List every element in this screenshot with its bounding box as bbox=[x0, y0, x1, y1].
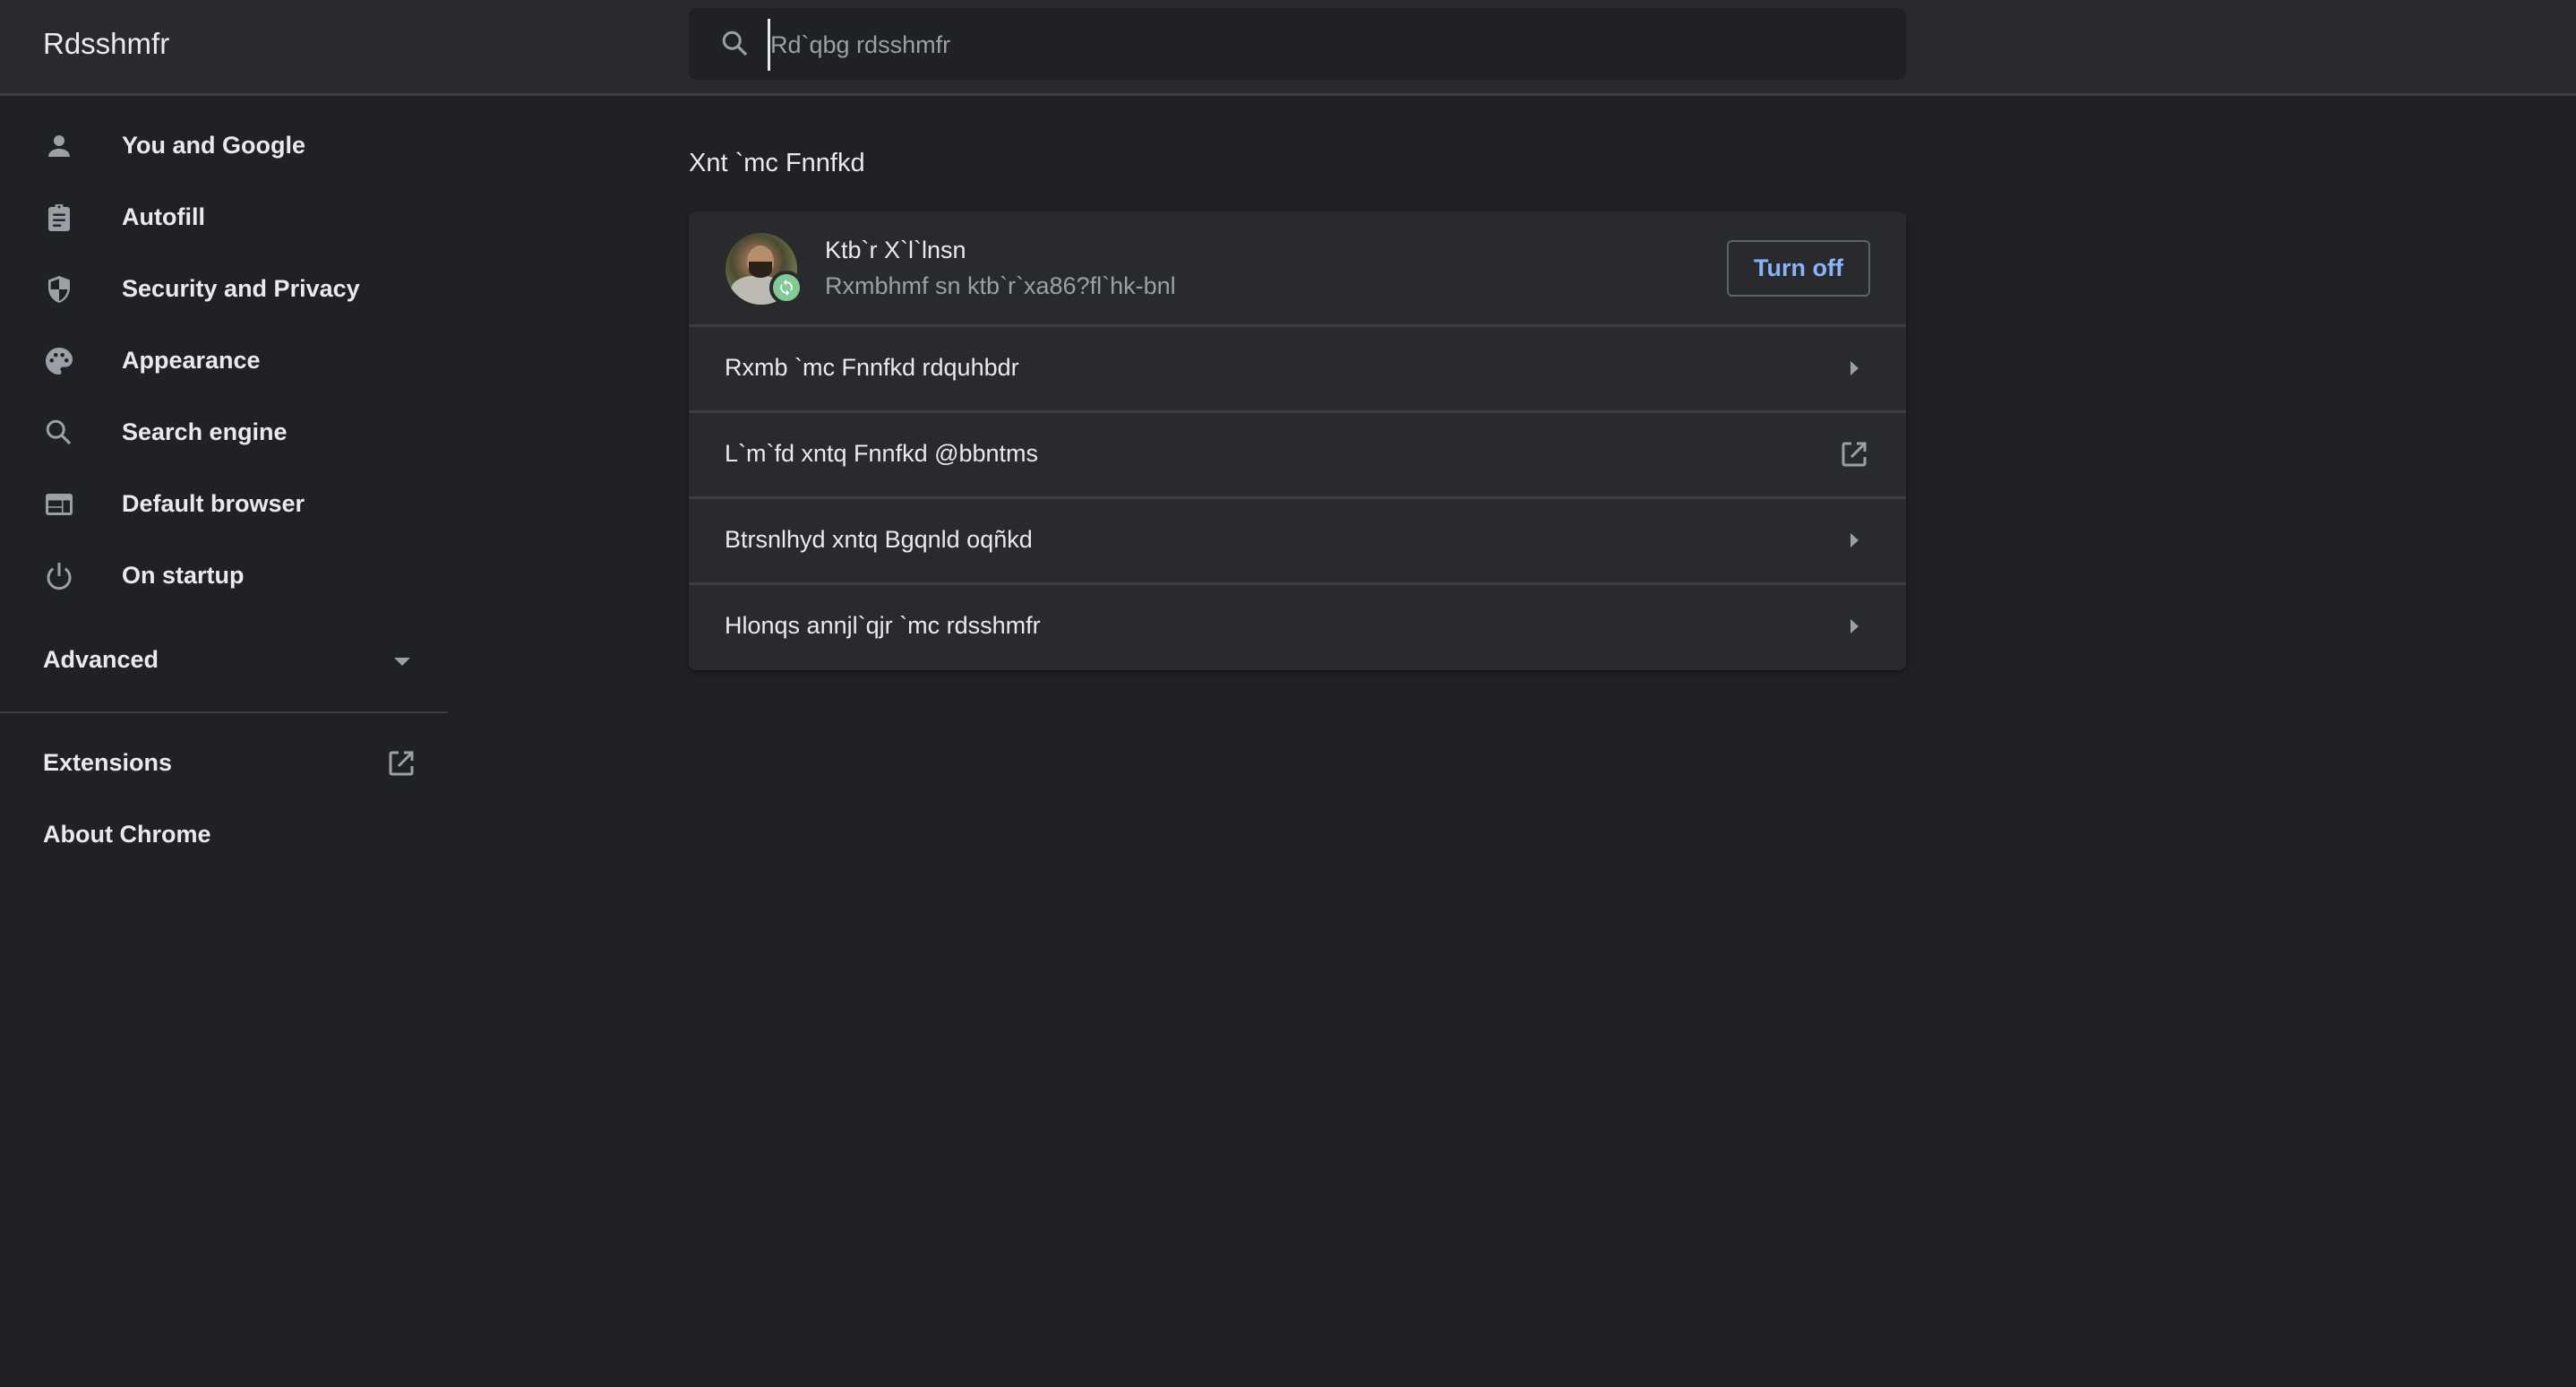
turn-off-sync-button[interactable]: Turn off bbox=[1727, 240, 1870, 297]
sidebar-item-on-startup[interactable]: On startup bbox=[0, 540, 448, 612]
row-label: Btrsnlhyd xntq Bgqnld oqñkd bbox=[725, 526, 1033, 553]
about-chrome-label: About Chrome bbox=[43, 821, 211, 848]
search-icon bbox=[46, 419, 72, 445]
search-box[interactable] bbox=[689, 8, 1906, 80]
sync-badge bbox=[769, 271, 803, 305]
clipboard-icon bbox=[48, 204, 70, 231]
row-manage-account[interactable]: L`m`fd xntq Fnnfkd @bbntms bbox=[689, 410, 1906, 496]
sidebar-item-label: Security and Privacy bbox=[122, 275, 360, 302]
sidebar-item-search-engine[interactable]: Search engine bbox=[0, 397, 448, 469]
row-label: Rxmb `mc Fnnfkd rdquhbdr bbox=[725, 354, 1019, 381]
arrow-right-icon bbox=[1850, 619, 1859, 633]
profile-name: Ktb`r X`l`lnsn bbox=[825, 237, 966, 263]
shield-icon bbox=[48, 276, 70, 303]
sidebar-item-security-and-privacy[interactable]: Security and Privacy bbox=[0, 254, 448, 325]
row-label: L`m`fd xntq Fnnfkd @bbntms bbox=[725, 440, 1039, 467]
search-input[interactable] bbox=[768, 19, 1847, 71]
sidebar-item-label: Default browser bbox=[122, 490, 305, 517]
external-link-icon bbox=[1842, 442, 1867, 467]
sidebar-item-label: Autofill bbox=[122, 203, 205, 230]
sidebar-item-label: Appearance bbox=[122, 347, 261, 374]
chevron-down-icon bbox=[394, 658, 410, 666]
power-icon bbox=[47, 563, 72, 590]
sidebar-item-about-chrome[interactable]: About Chrome bbox=[0, 799, 448, 871]
sidebar-item-label: Search engine bbox=[122, 418, 288, 445]
arrow-right-icon bbox=[1850, 533, 1859, 547]
top-bar: Rdsshmfr bbox=[0, 0, 2576, 96]
row-sync-services[interactable]: Rxmb `mc Fnnfkd rdquhbdr bbox=[689, 324, 1906, 410]
sync-icon bbox=[780, 279, 793, 297]
section-title: Xnt `mc Fnnfkd bbox=[689, 149, 865, 177]
app-title: Rdsshmfr bbox=[43, 27, 170, 60]
advanced-label: Advanced bbox=[43, 646, 159, 673]
extensions-label: Extensions bbox=[43, 749, 173, 776]
search-icon bbox=[722, 30, 748, 56]
row-label: Hlonqs annjl`qjr `mc rdsshmfr bbox=[725, 612, 1041, 639]
sidebar-item-you-and-google[interactable]: You and Google bbox=[0, 110, 448, 182]
person-icon bbox=[48, 135, 70, 157]
avatar-beard bbox=[749, 262, 772, 278]
row-customize-profile[interactable]: Btrsnlhyd xntq Bgqnld oqñkd bbox=[689, 496, 1906, 582]
sync-status: Rxmbhmf sn ktb`r`xa86?fl`hk-bnl bbox=[825, 272, 1176, 299]
browser-window-icon bbox=[46, 494, 73, 515]
profile-row: Ktb`r X`l`lnsn Rxmbhmf sn ktb`r`xa86?fl`… bbox=[689, 211, 1906, 326]
advanced-toggle[interactable]: Advanced bbox=[0, 625, 448, 696]
sidebar-divider bbox=[0, 711, 448, 713]
sidebar-item-label: On startup bbox=[122, 562, 245, 589]
settings-card: Ktb`r X`l`lnsn Rxmbhmf sn ktb`r`xa86?fl`… bbox=[689, 211, 1906, 670]
external-link-icon bbox=[389, 751, 414, 776]
sidebar-item-autofill[interactable]: Autofill bbox=[0, 182, 448, 254]
palette-icon bbox=[46, 348, 73, 375]
sidebar-item-extensions[interactable]: Extensions bbox=[0, 728, 448, 799]
sidebar-item-default-browser[interactable]: Default browser bbox=[0, 469, 448, 540]
sidebar-item-appearance[interactable]: Appearance bbox=[0, 325, 448, 397]
row-import-bookmarks[interactable]: Hlonqs annjl`qjr `mc rdsshmfr bbox=[689, 582, 1906, 668]
sidebar-item-label: You and Google bbox=[122, 132, 305, 159]
arrow-right-icon bbox=[1850, 361, 1859, 375]
